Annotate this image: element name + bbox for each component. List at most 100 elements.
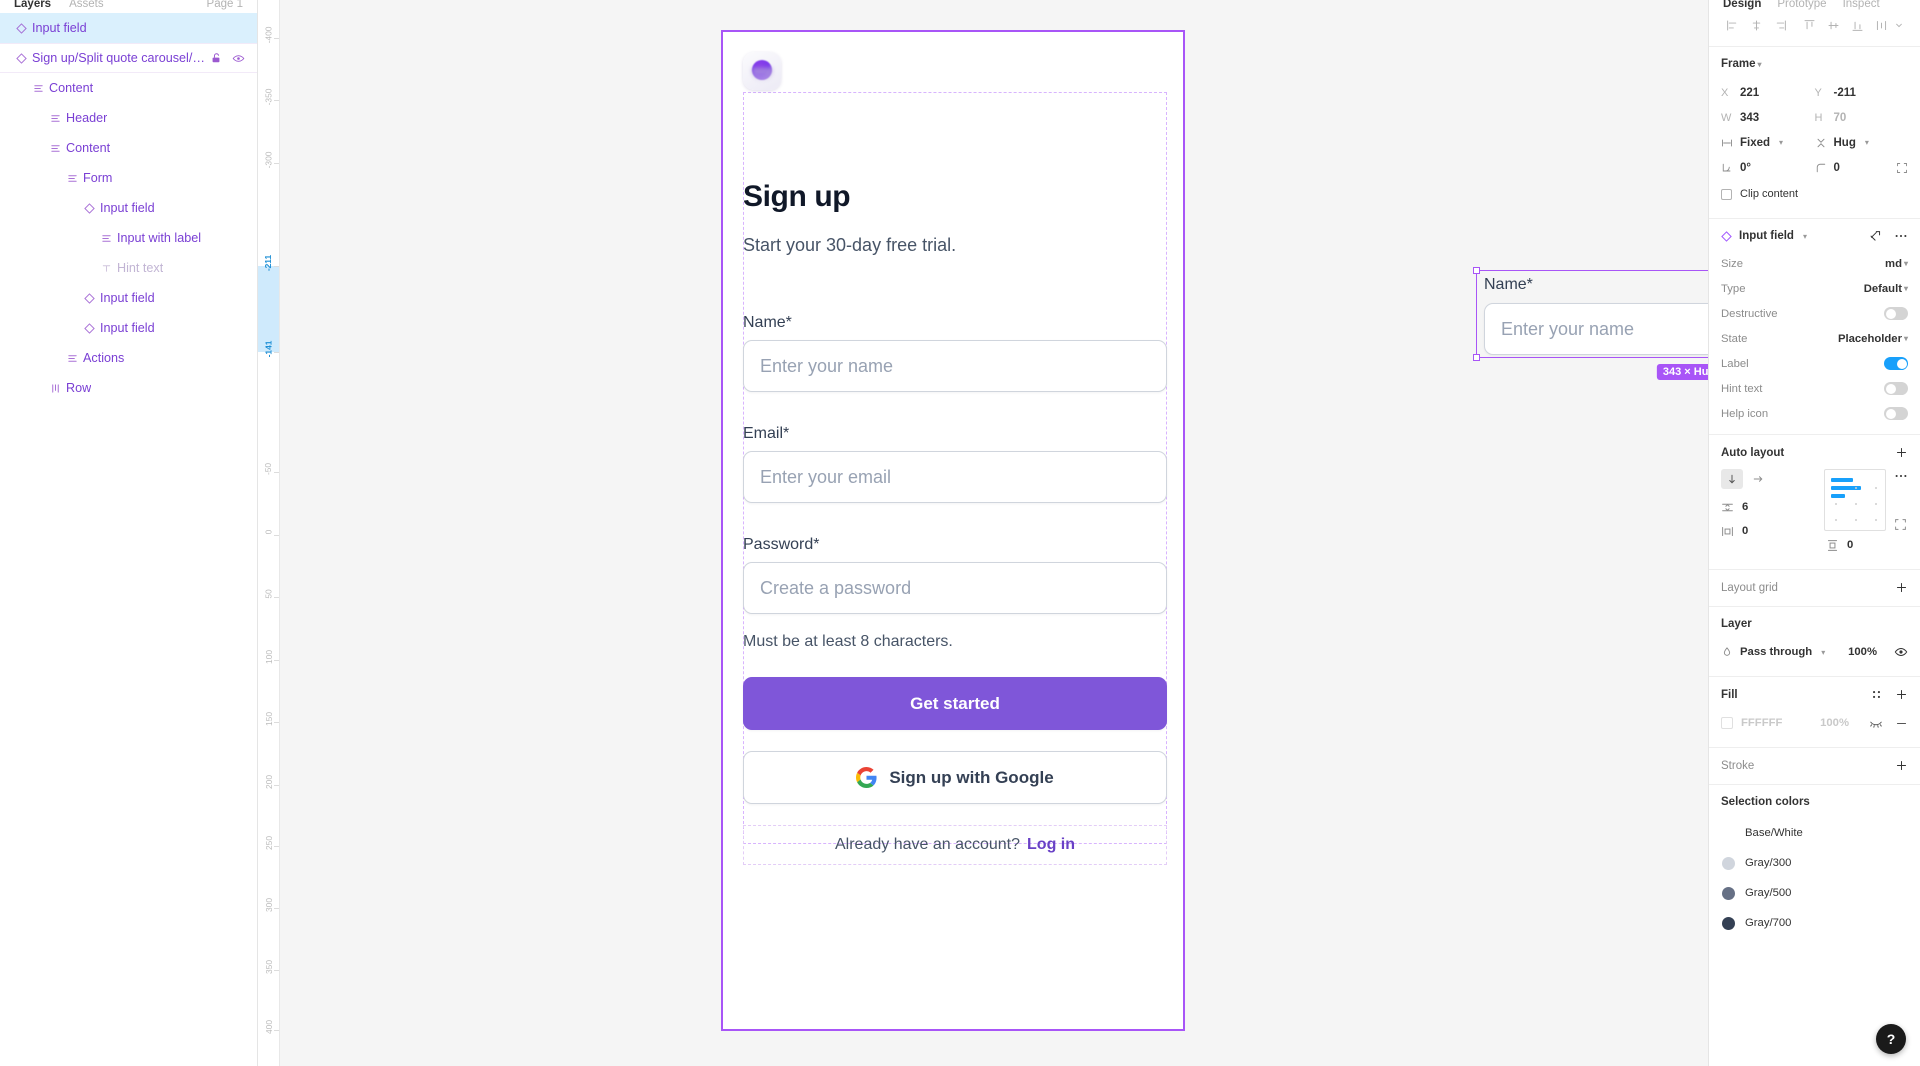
autolayout-vertical-icon <box>27 83 49 94</box>
component-more-options-icon[interactable] <box>1894 229 1908 243</box>
clip-content-row[interactable]: Clip content <box>1721 182 1908 206</box>
layer-row[interactable]: Hint text <box>0 253 257 283</box>
tab-prototype[interactable]: Prototype <box>1777 0 1826 10</box>
distribute-icon[interactable] <box>1870 14 1892 36</box>
layer-row[interactable]: Header <box>0 103 257 133</box>
component-property-value[interactable]: Placeholder ▾ <box>1838 333 1908 345</box>
tab-assets[interactable]: Assets <box>69 0 104 10</box>
selected-input-field-instance[interactable]: Name* Enter your name 343 × Hug <box>1473 267 1708 380</box>
component-property-toggle[interactable] <box>1884 382 1908 395</box>
selection-bounds[interactable]: Name* Enter your name <box>1473 267 1708 361</box>
component-property-chevron-down-icon[interactable]: ▾ <box>1904 259 1908 268</box>
tab-design[interactable]: Design <box>1723 0 1761 10</box>
remove-fill-icon[interactable] <box>1895 717 1908 730</box>
corner-radius[interactable]: 0 <box>1815 155 1909 180</box>
eye-icon[interactable] <box>232 52 245 65</box>
selection-color-row[interactable]: Gray/300 <box>1721 848 1908 878</box>
frame-h[interactable]: H 70 <box>1815 105 1909 130</box>
direction-vertical-icon[interactable] <box>1721 469 1743 489</box>
selection-color-row[interactable]: Gray/500 <box>1721 878 1908 908</box>
add-layout-grid-icon[interactable] <box>1895 581 1908 594</box>
frame-x[interactable]: X 221 <box>1721 80 1815 105</box>
align-left-icon[interactable] <box>1721 14 1743 36</box>
component-property-toggle[interactable] <box>1884 307 1908 320</box>
name-input[interactable]: Enter your name <box>743 340 1167 392</box>
tab-layers[interactable]: Layers <box>14 0 51 10</box>
auto-layout-gap[interactable]: 6 <box>1721 495 1816 519</box>
fill-opacity-value[interactable]: 100% <box>1820 717 1849 729</box>
component-property-toggle[interactable] <box>1884 407 1908 420</box>
vertical-resizing[interactable]: Hug ▾ <box>1815 130 1909 155</box>
layer-row[interactable]: Sign up/Split quote carousel/Mo... <box>0 43 257 73</box>
align-right-icon[interactable] <box>1769 14 1791 36</box>
blend-mode-chevron-icon[interactable]: ▾ <box>1821 648 1825 657</box>
independent-corners-icon[interactable] <box>1896 162 1908 174</box>
distribute-chevron-down-icon[interactable] <box>1894 14 1904 36</box>
password-input[interactable]: Create a password <box>743 562 1167 614</box>
frame-x-value: 221 <box>1740 86 1760 99</box>
layer-row[interactable]: Input field <box>0 193 257 223</box>
auto-layout-alignment-grid[interactable] <box>1824 469 1886 531</box>
frame-w[interactable]: W 343 <box>1721 105 1815 130</box>
fill-styles-icon[interactable] <box>1870 688 1883 701</box>
email-input[interactable]: Enter your email <box>743 451 1167 503</box>
layer-opacity-value[interactable]: 100% <box>1848 646 1877 658</box>
padding-horizontal[interactable]: 0 <box>1721 525 1748 538</box>
resize-handle-top-left[interactable] <box>1473 267 1480 274</box>
signup-with-google-button[interactable]: Sign up with Google <box>743 751 1167 804</box>
component-chevron-down-icon[interactable]: ▾ <box>1803 232 1807 241</box>
frame-y[interactable]: Y -211 <box>1815 80 1909 105</box>
layer-row[interactable]: Input field <box>0 13 257 43</box>
design-canvas[interactable]: Sign up Start your 30-day free trial. Na… <box>280 0 1708 1066</box>
layer-row[interactable]: Actions <box>0 343 257 373</box>
component-property-value[interactable]: md ▾ <box>1885 258 1908 270</box>
auto-layout-more-options-icon[interactable] <box>1894 469 1908 483</box>
field-password-label: Password* <box>743 536 820 553</box>
blend-mode-value[interactable]: Pass through <box>1740 646 1812 658</box>
selected-field-input[interactable]: Enter your name <box>1484 303 1708 355</box>
resize-handle-bottom-left[interactable] <box>1473 354 1480 361</box>
align-horizontal-center-icon[interactable] <box>1745 14 1767 36</box>
selection-color-row[interactable]: Base/White <box>1721 818 1908 848</box>
component-property-value[interactable]: Default ▾ <box>1864 283 1908 295</box>
fill-hex-value[interactable]: FFFFFF <box>1741 717 1797 729</box>
fill-color-swatch[interactable] <box>1721 717 1733 729</box>
layer-row[interactable]: Form <box>0 163 257 193</box>
align-vertical-center-icon[interactable] <box>1822 14 1844 36</box>
page-selector[interactable]: Page 1 <box>207 0 243 10</box>
auto-layout-advanced-icon[interactable] <box>1894 518 1908 531</box>
horizontal-resizing-chevron-icon[interactable]: ▾ <box>1779 138 1783 147</box>
rotation[interactable]: 0° <box>1721 155 1815 180</box>
fill-visibility-eye-off-icon[interactable] <box>1869 716 1883 730</box>
component-property-chevron-down-icon[interactable]: ▾ <box>1904 334 1908 343</box>
align-bottom-icon[interactable] <box>1846 14 1868 36</box>
layer-row[interactable]: Content <box>0 73 257 103</box>
component-property-chevron-down-icon[interactable]: ▾ <box>1904 284 1908 293</box>
padding-vertical[interactable]: 0 <box>1824 533 1853 557</box>
layer-row[interactable]: Row <box>0 373 257 403</box>
selection-color-row[interactable]: Gray/700 <box>1721 908 1908 938</box>
help-button[interactable]: ? <box>1876 1024 1906 1054</box>
unlock-icon[interactable] <box>210 52 222 64</box>
component-property-toggle[interactable] <box>1884 357 1908 370</box>
horizontal-resizing[interactable]: Fixed ▾ <box>1721 130 1815 155</box>
ruler-tick: 200 <box>258 775 279 793</box>
direction-horizontal-icon[interactable] <box>1747 469 1769 489</box>
layer-row[interactable]: Input with label <box>0 223 257 253</box>
add-auto-layout-icon[interactable] <box>1895 446 1908 459</box>
layer-row[interactable]: Input field <box>0 313 257 343</box>
align-top-icon[interactable] <box>1798 14 1820 36</box>
add-stroke-icon[interactable] <box>1895 759 1908 772</box>
swap-instance-icon[interactable] <box>1869 230 1882 243</box>
layer-visibility-eye-icon[interactable] <box>1894 645 1908 659</box>
add-fill-icon[interactable] <box>1895 688 1908 701</box>
clip-content-checkbox[interactable] <box>1721 188 1732 200</box>
vertical-resizing-chevron-icon[interactable]: ▾ <box>1865 138 1869 147</box>
layer-row[interactable]: Content <box>0 133 257 163</box>
get-started-button[interactable]: Get started <box>743 677 1167 730</box>
frame-chevron-down-icon[interactable]: ▾ <box>1758 60 1762 69</box>
login-link[interactable]: Log in <box>1027 836 1075 854</box>
signup-frame[interactable]: Sign up Start your 30-day free trial. Na… <box>721 30 1185 1031</box>
tab-inspect[interactable]: Inspect <box>1843 0 1880 10</box>
layer-row[interactable]: Input field <box>0 283 257 313</box>
